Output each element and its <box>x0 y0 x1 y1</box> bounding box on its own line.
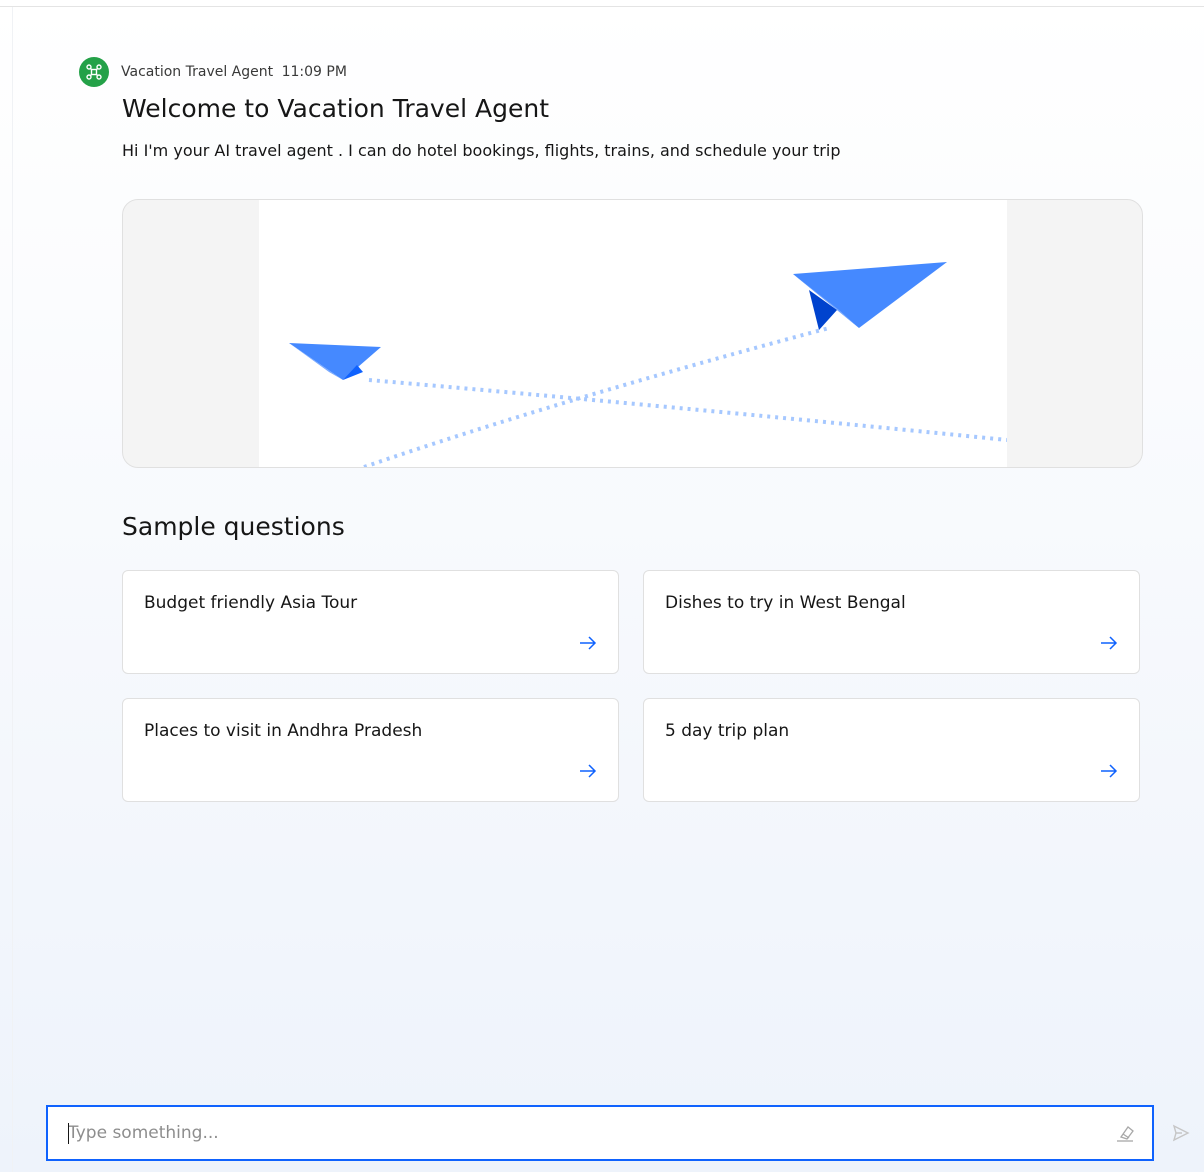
welcome-title: Welcome to Vacation Travel Agent <box>122 94 549 123</box>
large-paper-plane <box>793 262 947 330</box>
text-caret <box>68 1123 69 1144</box>
plane-trail-1 <box>368 378 1008 442</box>
message-input[interactable] <box>68 1107 1108 1159</box>
left-divider <box>12 7 13 1172</box>
sample-question-card[interactable]: Dishes to try in West Bengal <box>643 570 1140 674</box>
sample-question-card[interactable]: Places to visit in Andhra Pradesh <box>122 698 619 802</box>
composer <box>46 1105 1154 1161</box>
agent-meta: Vacation Travel Agent 11:09 PM <box>121 64 347 80</box>
sample-question-label: Dishes to try in West Bengal <box>665 593 906 613</box>
sample-question-label: 5 day trip plan <box>665 721 790 741</box>
small-paper-plane <box>289 343 381 380</box>
arrow-right-icon <box>580 764 597 778</box>
sample-question-card[interactable]: 5 day trip plan <box>643 698 1140 802</box>
send-icon <box>1172 1124 1190 1142</box>
sample-question-label: Places to visit in Andhra Pradesh <box>144 721 423 741</box>
arrow-right-icon <box>580 636 597 650</box>
welcome-text: Hi I'm your AI travel agent . I can do h… <box>122 141 841 160</box>
message-time: 11:09 PM <box>281 64 347 80</box>
hero-image <box>122 199 1143 468</box>
eraser-icon[interactable] <box>1114 1122 1136 1144</box>
sample-question-card[interactable]: Budget friendly Asia Tour <box>122 570 619 674</box>
agent-name: Vacation Travel Agent <box>121 64 274 80</box>
paper-planes-illustration <box>289 262 1008 467</box>
send-button[interactable] <box>1158 1105 1204 1161</box>
arrow-right-icon <box>1101 764 1118 778</box>
sample-question-label: Budget friendly Asia Tour <box>144 593 358 613</box>
agent-network-icon <box>86 64 102 80</box>
top-divider <box>0 6 1204 7</box>
agent-avatar <box>79 57 109 87</box>
message-header: Vacation Travel Agent 11:09 PM <box>79 57 347 87</box>
hero-illustration <box>259 200 1008 467</box>
arrow-right-icon <box>1101 636 1118 650</box>
sample-questions-heading: Sample questions <box>122 512 345 541</box>
plane-trail-2 <box>363 326 830 467</box>
